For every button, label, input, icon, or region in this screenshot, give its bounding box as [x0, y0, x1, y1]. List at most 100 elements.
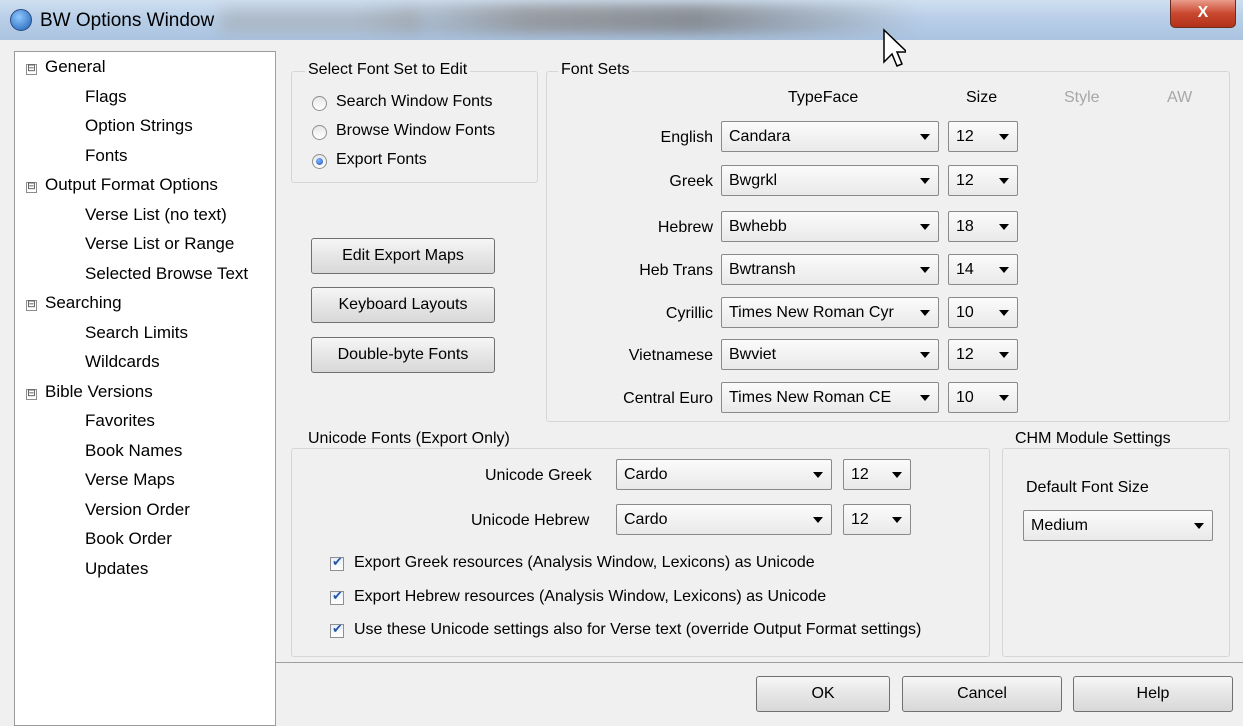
- default-font-size-select[interactable]: Medium: [1023, 510, 1213, 541]
- size-select[interactable]: 12: [948, 165, 1018, 196]
- export-hebrew-unicode-label[interactable]: Export Hebrew resources (Analysis Window…: [354, 588, 826, 606]
- tree-expand-icon[interactable]: ⊟: [26, 182, 37, 193]
- typeface-value: Times New Roman CE: [729, 389, 892, 406]
- size-select[interactable]: 18: [948, 211, 1018, 242]
- typeface-select[interactable]: Times New Roman Cyr: [721, 297, 939, 328]
- size-select[interactable]: 14: [948, 254, 1018, 285]
- typeface-value: Bwgrkl: [729, 172, 778, 189]
- typeface-select[interactable]: Times New Roman CE: [721, 382, 939, 413]
- unicode-greek-font-select[interactable]: Cardo: [616, 459, 832, 490]
- font-set-row-label: Heb Trans: [639, 262, 713, 279]
- chevron-down-icon: [892, 517, 902, 523]
- tree-item[interactable]: Selected Browse Text: [85, 264, 248, 284]
- font-set-row-label: Cyrillic: [665, 305, 713, 322]
- cancel-button[interactable]: Cancel: [902, 676, 1062, 712]
- help-button[interactable]: Help: [1073, 676, 1233, 712]
- size-select[interactable]: 10: [948, 382, 1018, 413]
- chevron-down-icon: [999, 352, 1009, 358]
- radio-search-window-fonts[interactable]: [312, 96, 327, 111]
- background-blur: [360, 4, 920, 34]
- tree-item[interactable]: Option Strings: [85, 116, 193, 136]
- chevron-down-icon: [813, 517, 823, 523]
- unicode-greek-size-select[interactable]: 12: [843, 459, 911, 490]
- typeface-select[interactable]: Candara: [721, 121, 939, 152]
- tree-item[interactable]: Version Order: [85, 500, 190, 520]
- export-hebrew-unicode-checkbox[interactable]: [330, 589, 344, 605]
- tree-expand-icon[interactable]: ⊟: [26, 64, 37, 75]
- tree-item[interactable]: Wildcards: [85, 352, 160, 372]
- tree-expand-icon[interactable]: ⊟: [26, 389, 37, 400]
- tree-item[interactable]: Updates: [85, 559, 148, 579]
- size-value: 10: [956, 304, 974, 321]
- tree-item[interactable]: Output Format Options: [45, 175, 218, 195]
- tree-expand-icon[interactable]: ⊟: [26, 300, 37, 311]
- divider: [275, 662, 1243, 663]
- radio-label[interactable]: Browse Window Fonts: [336, 122, 495, 140]
- tree-item[interactable]: Verse List (no text): [85, 205, 227, 225]
- unicode-fonts-legend: Unicode Fonts (Export Only): [305, 430, 513, 448]
- font-set-row-label: Hebrew: [657, 219, 713, 236]
- chevron-down-icon: [999, 267, 1009, 273]
- tree-item[interactable]: Book Names: [85, 441, 182, 461]
- tree-item[interactable]: Verse List or Range: [85, 234, 234, 254]
- verse-text-unicode-checkbox[interactable]: [330, 622, 344, 638]
- unicode-greek-font-value: Cardo: [624, 466, 668, 483]
- tree-item[interactable]: Fonts: [85, 146, 128, 166]
- verse-text-unicode-label[interactable]: Use these Unicode settings also for Vers…: [354, 621, 921, 639]
- tree-item[interactable]: General: [45, 57, 105, 77]
- keyboard-layouts-button[interactable]: Keyboard Layouts: [311, 287, 495, 323]
- chevron-down-icon: [920, 267, 930, 273]
- radio-label[interactable]: Search Window Fonts: [336, 93, 493, 111]
- font-set-row-label: Vietnamese: [628, 347, 713, 364]
- unicode-hebrew-size-select[interactable]: 12: [843, 504, 911, 535]
- options-tree[interactable]: ⊟ General Flags Option Strings Fonts ⊟ Output …: [14, 51, 276, 726]
- size-select[interactable]: 12: [948, 339, 1018, 370]
- default-font-size-label: Default Font Size: [1026, 479, 1149, 496]
- tree-item[interactable]: Favorites: [85, 411, 155, 431]
- size-value: 14: [956, 261, 974, 278]
- mouse-cursor-icon: [883, 28, 906, 67]
- unicode-hebrew-font-select[interactable]: Cardo: [616, 504, 832, 535]
- typeface-select[interactable]: Bwviet: [721, 339, 939, 370]
- size-value: 18: [956, 218, 974, 235]
- tree-item[interactable]: Verse Maps: [85, 470, 175, 490]
- style-header: Style: [1064, 89, 1100, 106]
- ok-button[interactable]: OK: [756, 676, 890, 712]
- tree-item[interactable]: Search Limits: [85, 323, 188, 343]
- tree-item[interactable]: Bible Versions: [45, 382, 153, 402]
- chm-settings-legend: CHM Module Settings: [1012, 430, 1174, 448]
- edit-export-maps-button[interactable]: Edit Export Maps: [311, 238, 495, 274]
- tree-item[interactable]: Book Order: [85, 529, 172, 549]
- typeface-select[interactable]: Bwtransh: [721, 254, 939, 285]
- tree-item[interactable]: Flags: [85, 87, 127, 107]
- size-select[interactable]: 12: [948, 121, 1018, 152]
- font-set-row-label: Greek: [669, 173, 713, 190]
- title-bar[interactable]: BW Options Window X: [0, 0, 1243, 40]
- radio-export-fonts[interactable]: [312, 154, 327, 169]
- typeface-value: Bwtransh: [729, 261, 796, 278]
- chevron-down-icon: [920, 178, 930, 184]
- radio-browse-window-fonts[interactable]: [312, 125, 327, 140]
- export-greek-unicode-label[interactable]: Export Greek resources (Analysis Window,…: [354, 554, 815, 572]
- double-byte-fonts-button[interactable]: Double-byte Fonts: [311, 337, 495, 373]
- font-set-select-legend: Select Font Set to Edit: [305, 61, 471, 79]
- chevron-down-icon: [999, 178, 1009, 184]
- default-font-size-value: Medium: [1031, 517, 1088, 534]
- tree-item[interactable]: Searching: [45, 293, 122, 313]
- typeface-value: Times New Roman Cyr: [729, 304, 894, 321]
- export-greek-unicode-checkbox[interactable]: [330, 555, 344, 571]
- typeface-select[interactable]: Bwhebb: [721, 211, 939, 242]
- app-icon: [10, 9, 32, 31]
- size-select[interactable]: 10: [948, 297, 1018, 328]
- aw-header: AW: [1167, 89, 1193, 106]
- size-value: 10: [956, 389, 974, 406]
- chevron-down-icon: [1194, 523, 1204, 529]
- close-button[interactable]: X: [1170, 0, 1236, 28]
- typeface-select[interactable]: Bwgrkl: [721, 165, 939, 196]
- size-value: 12: [956, 172, 974, 189]
- typeface-value: Bwviet: [729, 346, 777, 363]
- radio-label[interactable]: Export Fonts: [336, 151, 427, 169]
- chevron-down-icon: [920, 352, 930, 358]
- unicode-hebrew-font-value: Cardo: [624, 511, 668, 528]
- chevron-down-icon: [892, 472, 902, 478]
